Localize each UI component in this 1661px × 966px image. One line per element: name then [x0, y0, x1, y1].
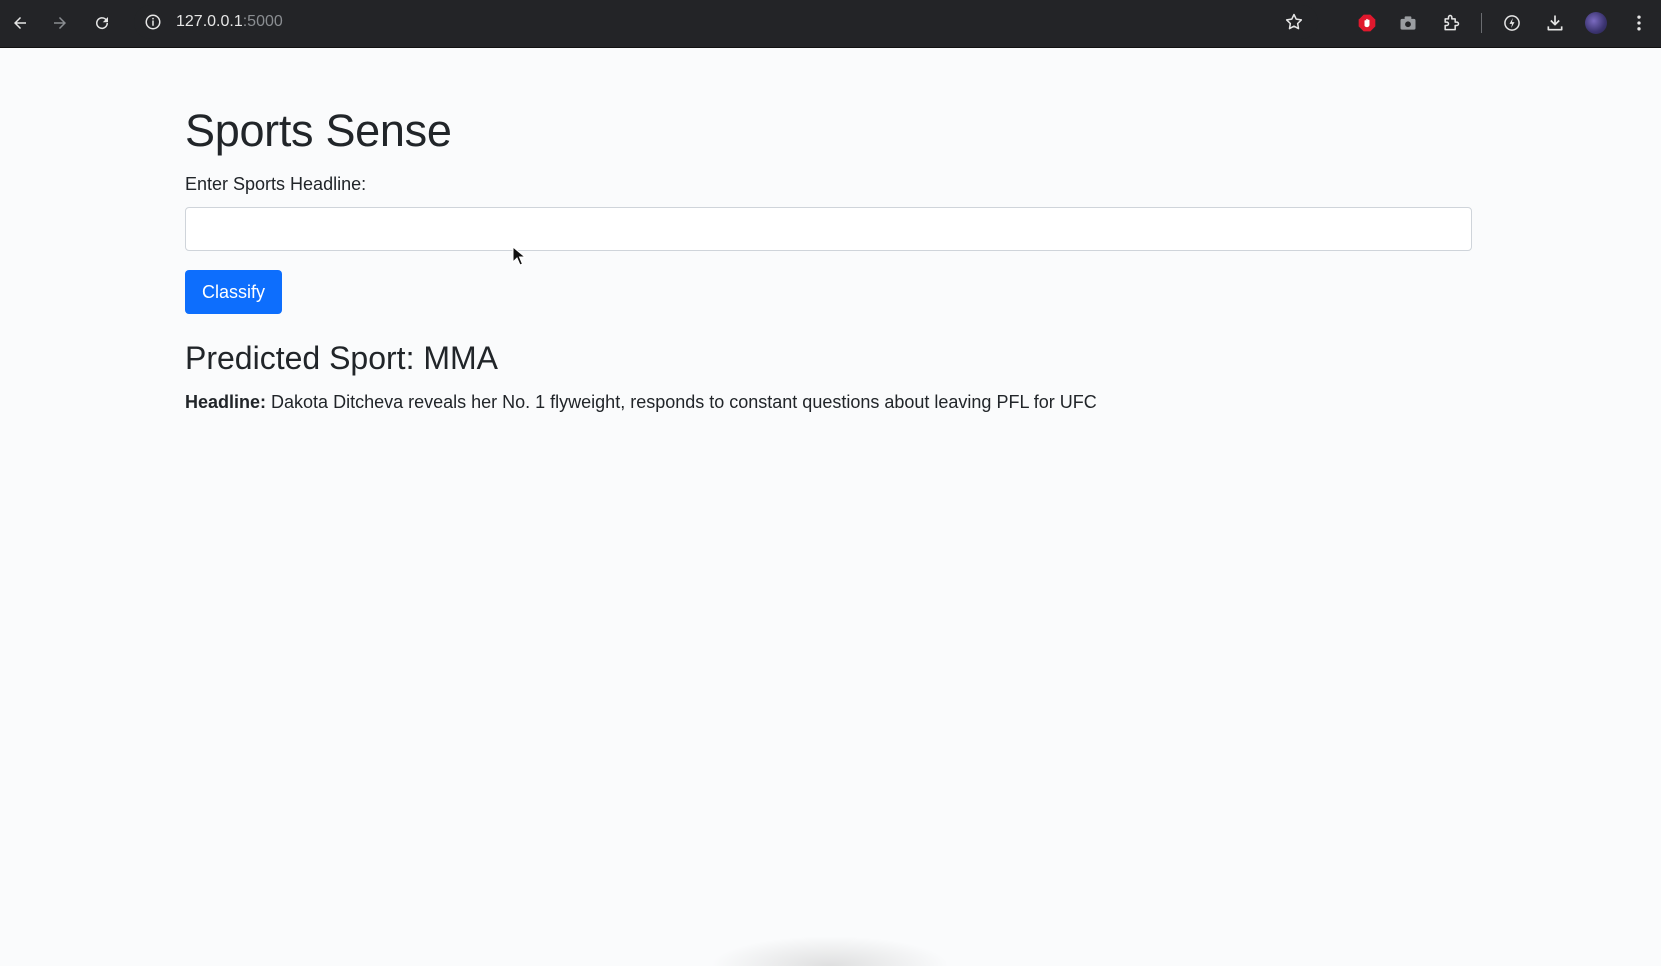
reload-icon[interactable] — [90, 11, 114, 35]
back-arrow-icon[interactable] — [8, 11, 32, 35]
url-port: :5000 — [242, 13, 283, 30]
url-text: 127.0.0.1:5000 — [176, 13, 283, 31]
page-content: Sports Sense Enter Sports Headline: Clas… — [0, 48, 1661, 966]
browser-toolbar: 127.0.0.1:5000 — [0, 0, 1661, 48]
site-info-icon[interactable] — [144, 13, 162, 31]
performance-icon[interactable] — [1500, 11, 1524, 35]
classify-button[interactable]: Classify — [185, 270, 282, 314]
result-headline: Headline: Dakota Ditcheva reveals her No… — [185, 392, 1097, 413]
camera-extension-icon[interactable] — [1396, 11, 1420, 35]
address-bar[interactable]: 127.0.0.1:5000 — [134, 5, 1318, 39]
predicted-sport: MMA — [423, 340, 498, 376]
adblock-extension-icon[interactable] — [1355, 11, 1379, 35]
mouse-pointer-icon — [512, 246, 526, 266]
puzzle-extensions-icon[interactable] — [1439, 11, 1463, 35]
bottom-shadow — [710, 936, 950, 966]
download-icon[interactable] — [1543, 11, 1567, 35]
headline-input[interactable] — [185, 207, 1472, 251]
more-menu-icon[interactable] — [1627, 11, 1651, 35]
toolbar-divider — [1481, 13, 1482, 33]
headline-text: Dakota Ditcheva reveals her No. 1 flywei… — [266, 392, 1097, 412]
bookmark-star-icon[interactable] — [1284, 12, 1304, 32]
profile-avatar[interactable] — [1585, 12, 1607, 34]
page-title: Sports Sense — [185, 105, 452, 156]
url-host: 127.0.0.1 — [176, 13, 243, 30]
forward-arrow-icon[interactable] — [48, 11, 72, 35]
prediction-heading: Predicted Sport: MMA — [185, 340, 498, 377]
headline-input-label: Enter Sports Headline: — [185, 174, 367, 194]
prediction-prefix: Predicted Sport: — [185, 340, 424, 376]
headline-label: Headline: — [185, 392, 267, 412]
